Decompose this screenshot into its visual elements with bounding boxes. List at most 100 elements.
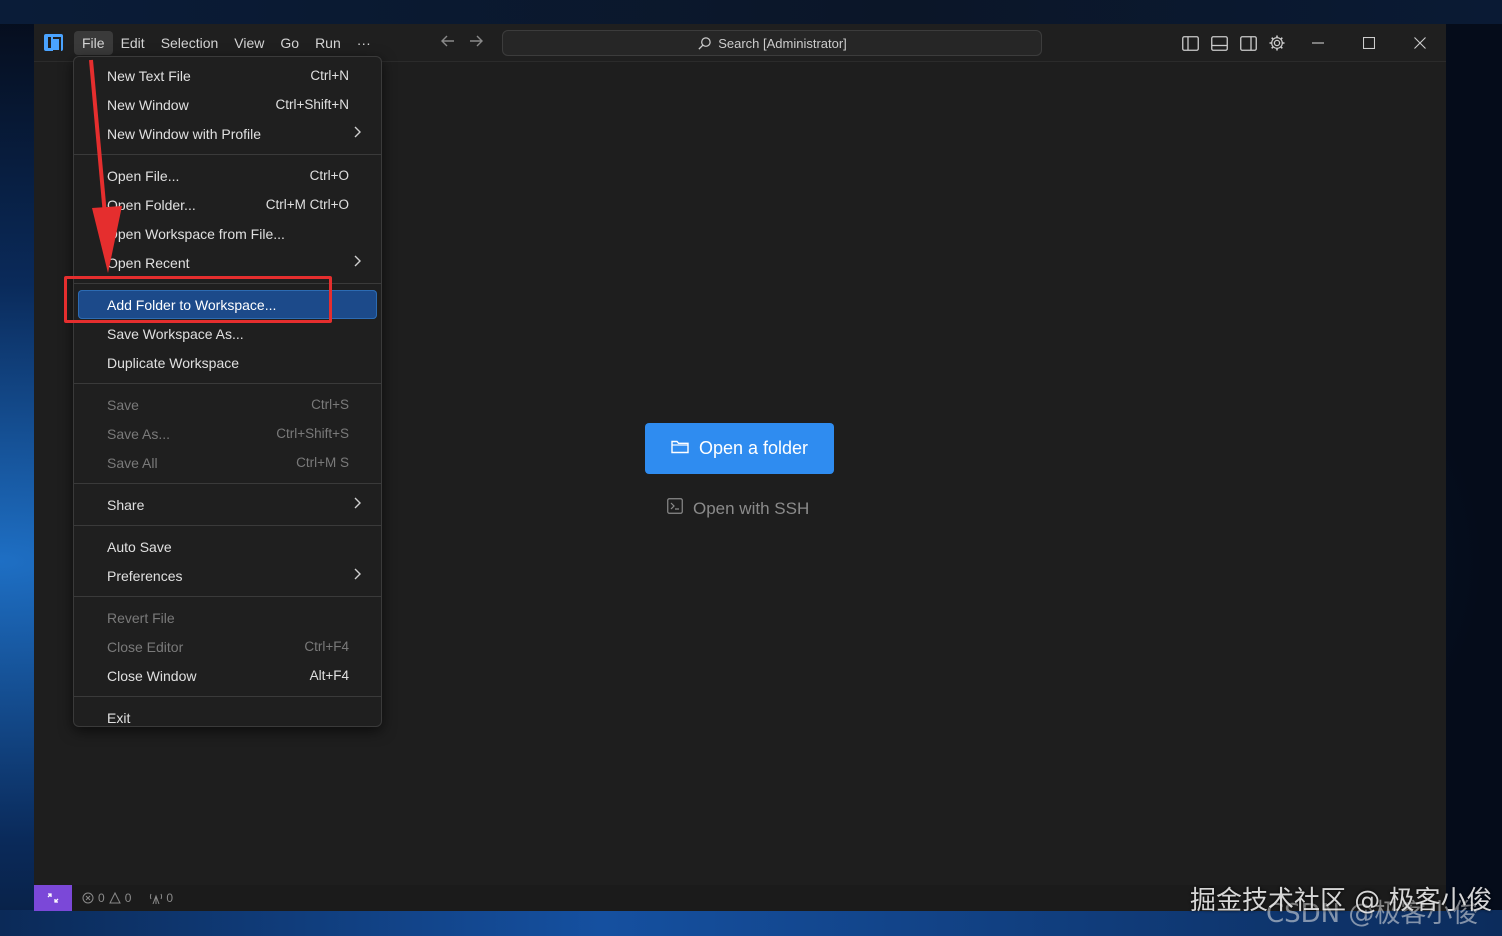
remote-indicator-button[interactable] [34, 885, 72, 911]
menu-item-add-folder-to-workspace[interactable]: Add Folder to Workspace... [78, 290, 377, 319]
menu-item-shortcut: Ctrl+F4 [304, 639, 349, 654]
open-folder-button[interactable]: Open a folder [645, 423, 834, 474]
menu-item-exit[interactable]: Exit [78, 703, 377, 732]
menu-item-open-folder[interactable]: Open Folder... Ctrl+M Ctrl+O [78, 190, 377, 219]
menu-item-label: Save All [107, 454, 158, 471]
radio-tower-icon [150, 893, 163, 904]
menu-item-label: Save [107, 396, 139, 413]
error-icon [82, 892, 94, 904]
toggle-primary-sidebar-icon[interactable] [1180, 33, 1200, 53]
menu-item-close-editor[interactable]: Close Editor Ctrl+F4 [78, 632, 377, 661]
navigation-arrows [440, 33, 484, 54]
menu-selection[interactable]: Selection [153, 31, 227, 55]
menu-item-shortcut: Ctrl+M S [296, 455, 349, 470]
back-arrow-icon[interactable] [440, 33, 456, 54]
menu-view[interactable]: View [226, 31, 272, 55]
menu-item-save-all[interactable]: Save All Ctrl+M S [78, 448, 377, 477]
toggle-panel-icon[interactable] [1209, 33, 1229, 53]
menu-item-label: Duplicate Workspace [107, 354, 240, 371]
menu-item-open-recent[interactable]: Open Recent [78, 248, 377, 277]
menu-bar: File Edit Selection View Go Run ··· [74, 31, 379, 55]
menu-item-duplicate-workspace[interactable]: Duplicate Workspace [78, 348, 377, 377]
command-center-search[interactable]: Search [Administrator] [502, 30, 1042, 56]
menu-item-label: Add Folder to Workspace... [107, 296, 277, 313]
chevron-right-icon [353, 567, 363, 584]
menu-item-label: Open Recent [107, 254, 190, 271]
menu-item-label: Auto Save [107, 538, 172, 555]
terminal-icon [667, 498, 683, 519]
menu-file[interactable]: File [74, 31, 113, 55]
menu-item-shortcut: Ctrl+N [310, 68, 349, 83]
minimize-icon[interactable] [1292, 24, 1343, 62]
chevron-right-icon [353, 254, 363, 271]
menu-item-save-as[interactable]: Save As... Ctrl+Shift+S [78, 419, 377, 448]
chevron-right-icon [353, 496, 363, 513]
menu-item-new-text-file[interactable]: New Text File Ctrl+N [78, 61, 377, 90]
menu-item-label: Close Window [107, 667, 197, 684]
folder-icon [671, 438, 689, 459]
menu-separator [74, 525, 381, 526]
menu-item-shortcut: Alt+F4 [309, 668, 349, 683]
menu-item-revert-file[interactable]: Revert File [78, 603, 377, 632]
menu-item-label: Preferences [107, 567, 183, 584]
menu-item-open-workspace-from-file[interactable]: Open Workspace from File... [78, 219, 377, 248]
menu-item-label: Save Workspace As... [107, 325, 244, 342]
menu-item-save[interactable]: Save Ctrl+S [78, 390, 377, 419]
menu-edit[interactable]: Edit [113, 31, 153, 55]
menu-item-new-window-with-profile[interactable]: New Window with Profile [78, 119, 377, 148]
warning-icon [108, 892, 121, 904]
menu-more[interactable]: ··· [349, 31, 379, 55]
menu-item-label: New Window [107, 96, 189, 113]
toggle-secondary-sidebar-icon[interactable] [1238, 33, 1258, 53]
chevron-right-icon [353, 125, 363, 142]
open-with-ssh-link[interactable]: Open with SSH [667, 498, 809, 519]
editor-window: File Edit Selection View Go Run ··· Search [Ad… [34, 24, 1446, 911]
remote-icon [47, 893, 59, 903]
menu-separator [74, 696, 381, 697]
menu-item-auto-save[interactable]: Auto Save [78, 532, 377, 561]
menu-item-close-window[interactable]: Close Window Alt+F4 [78, 661, 377, 690]
menu-item-share[interactable]: Share [78, 490, 377, 519]
menu-item-label: New Text File [107, 67, 191, 84]
layout-controls [1180, 33, 1287, 53]
menu-separator [74, 483, 381, 484]
window-controls [1292, 24, 1445, 62]
menu-separator [74, 383, 381, 384]
menu-item-shortcut: Ctrl+M Ctrl+O [265, 197, 349, 212]
menu-item-save-workspace-as[interactable]: Save Workspace As... [78, 319, 377, 348]
menu-item-label: Open File... [107, 167, 180, 184]
maximize-icon[interactable] [1343, 24, 1394, 62]
menu-item-open-file[interactable]: Open File... Ctrl+O [78, 161, 377, 190]
menu-go[interactable]: Go [272, 31, 307, 55]
menu-item-label: New Window with Profile [107, 125, 262, 142]
menu-separator [74, 283, 381, 284]
menu-item-new-window[interactable]: New Window Ctrl+Shift+N [78, 90, 377, 119]
forward-arrow-icon[interactable] [468, 33, 484, 54]
problems-indicator[interactable]: 0 0 [82, 891, 131, 905]
warning-count: 0 [124, 891, 132, 905]
error-count: 0 [98, 891, 105, 905]
menu-item-label: Save As... [107, 425, 171, 442]
menu-run[interactable]: Run [307, 31, 349, 55]
menu-separator [74, 154, 381, 155]
menu-item-label: Close Editor [107, 638, 184, 655]
close-icon[interactable] [1394, 24, 1445, 62]
ports-indicator[interactable]: 0 [149, 891, 173, 905]
settings-gear-icon[interactable] [1267, 33, 1287, 53]
menu-item-shortcut: Ctrl+S [311, 397, 349, 412]
file-menu-dropdown: New Text File Ctrl+N New Window Ctrl+Shift+… [73, 56, 382, 727]
ssh-label: Open with SSH [693, 498, 810, 518]
open-folder-label: Open a folder [698, 438, 809, 458]
app-logo-icon [44, 34, 63, 52]
menu-item-label: Revert File [107, 609, 175, 626]
ports-count: 0 [166, 891, 174, 905]
search-label: Search [Administrator] [718, 35, 847, 51]
menu-item-label: Open Workspace from File... [107, 225, 285, 242]
menu-item-shortcut: Ctrl+Shift+S [276, 426, 349, 441]
menu-item-label: Open Folder... [107, 196, 196, 213]
menu-item-label: Share [107, 496, 145, 513]
menu-separator [74, 596, 381, 597]
menu-item-preferences[interactable]: Preferences [78, 561, 377, 590]
desktop-wallpaper-top [0, 0, 1502, 24]
menu-item-label: Exit [107, 709, 131, 726]
